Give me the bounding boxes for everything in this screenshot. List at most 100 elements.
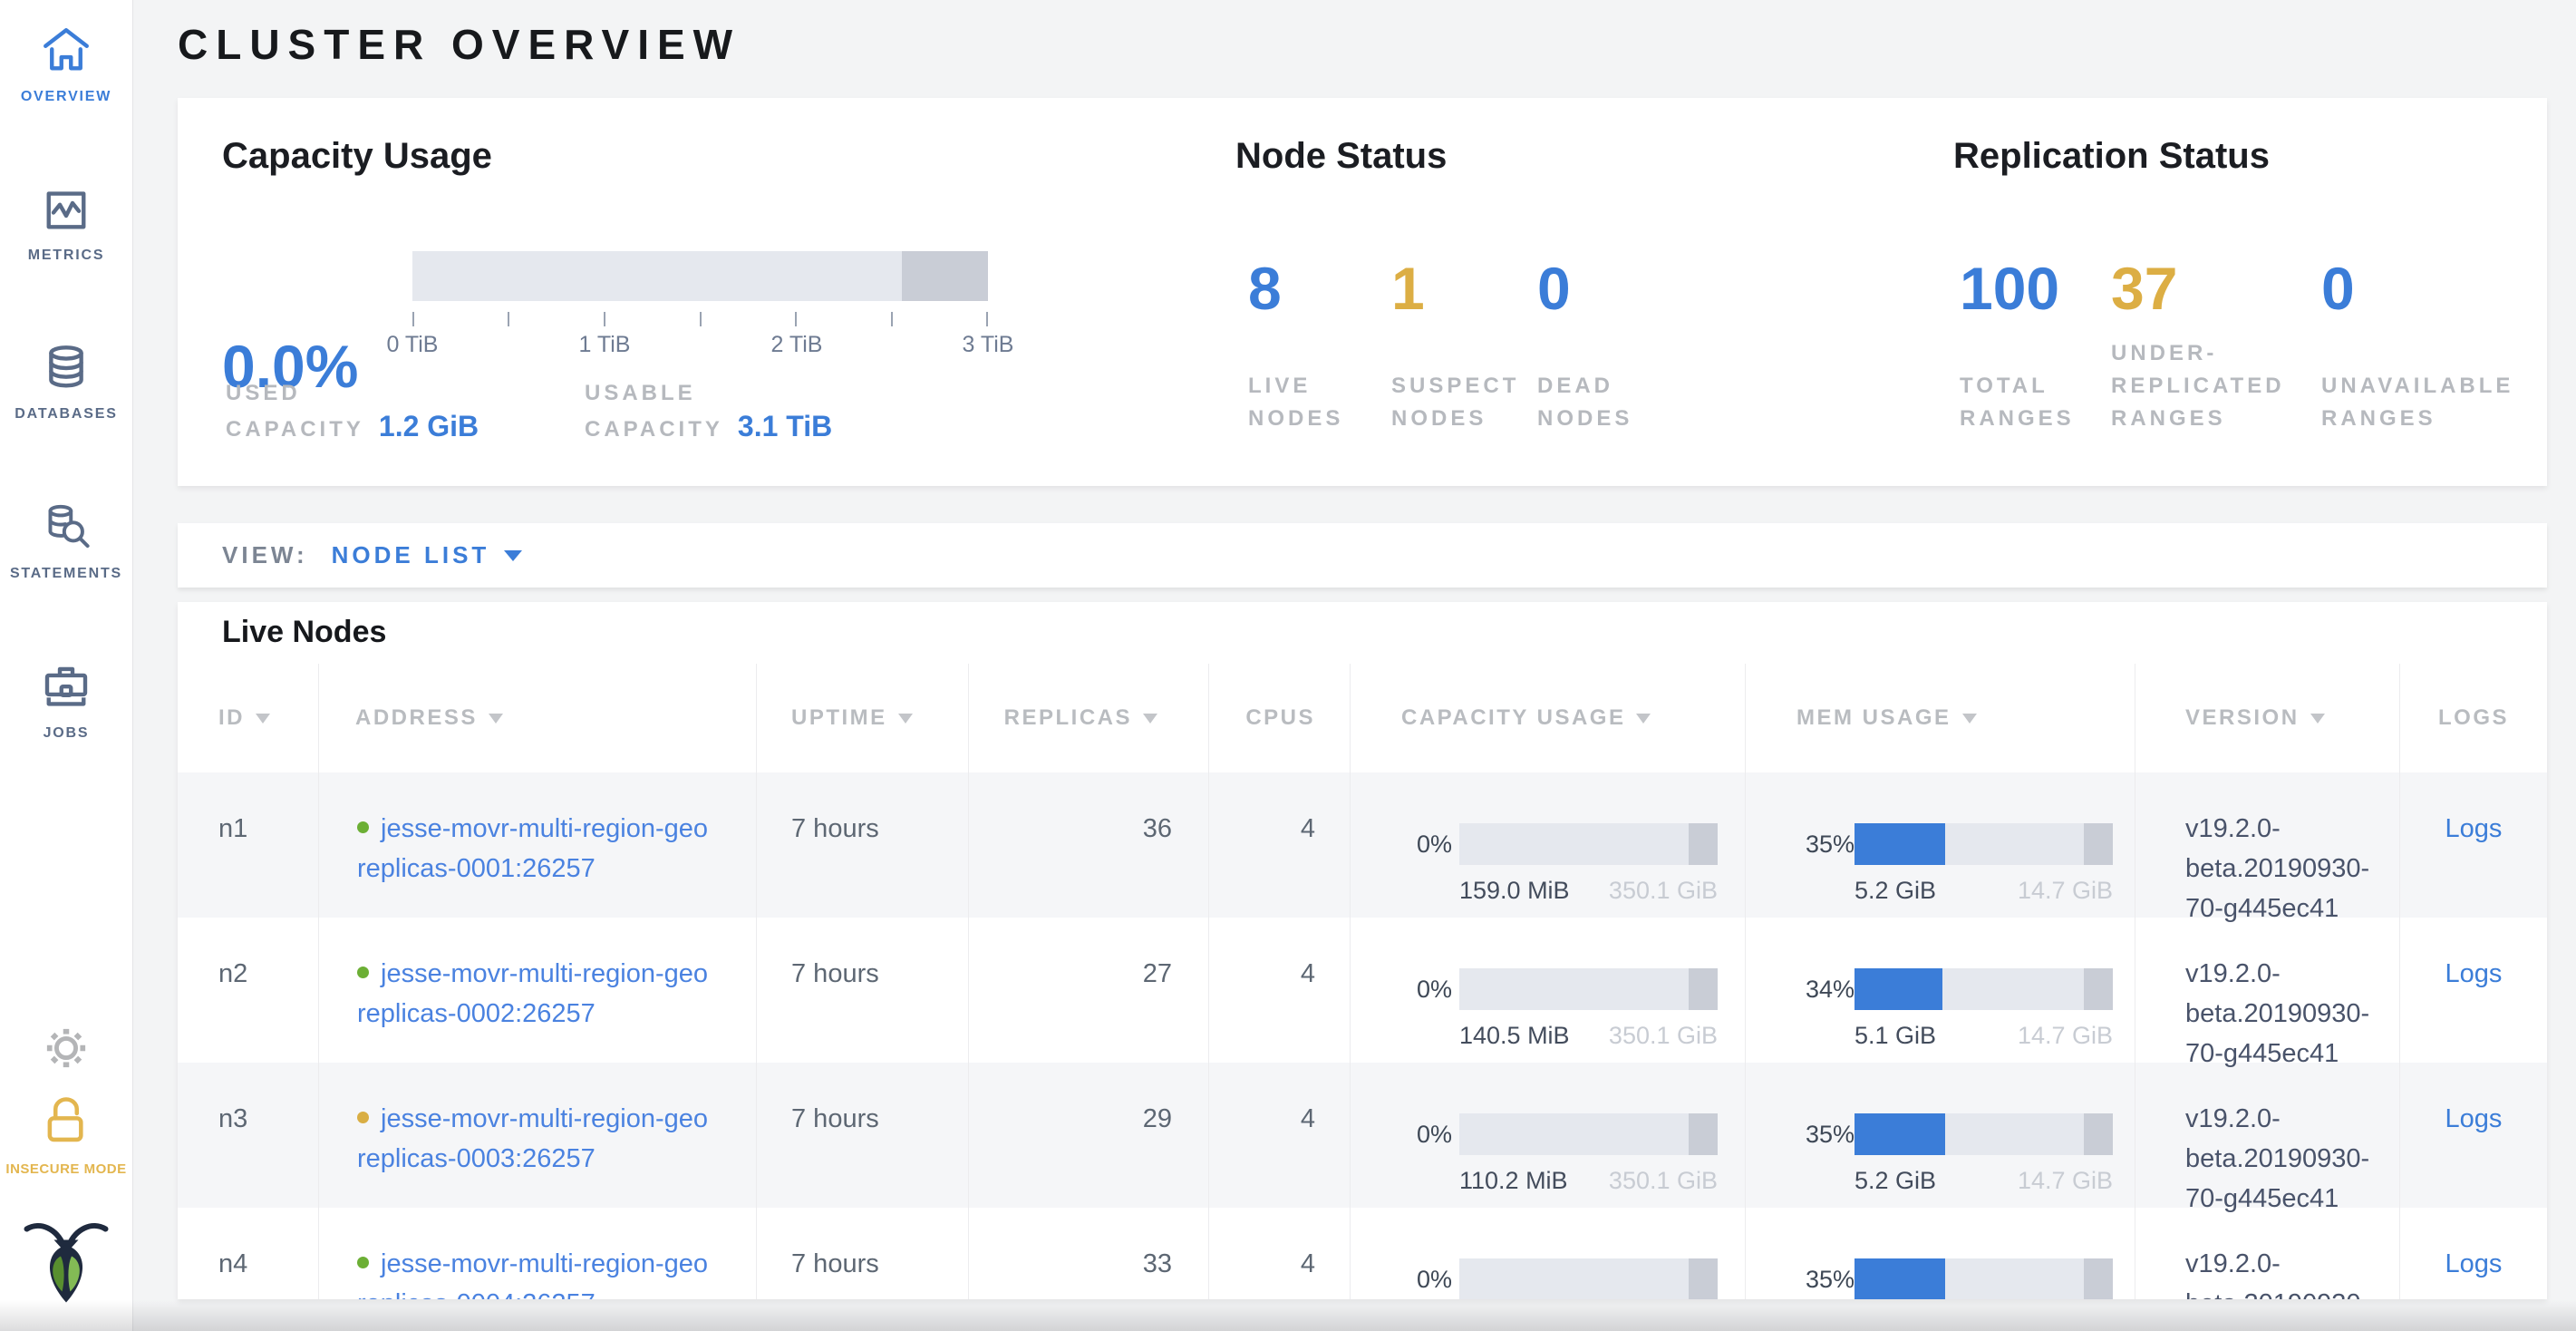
view-label: VIEW: (222, 541, 308, 569)
node-address-link[interactable]: jesse-movr-multi-region-geo (381, 959, 708, 988)
sort-caret-icon (2310, 714, 2325, 724)
logs-link[interactable]: Logs (2445, 1104, 2503, 1133)
sidebar-item-label: DATABASES (0, 406, 132, 423)
logs-link[interactable]: Logs (2445, 1249, 2503, 1278)
column-header-uptime[interactable]: UPTIME (756, 664, 968, 772)
column-header-id[interactable]: ID (178, 664, 318, 772)
node-logs: Logs (2399, 918, 2547, 1063)
sidebar-item-metrics[interactable]: METRICS (0, 184, 132, 264)
node-address-link[interactable]: replicas-0002:26257 (357, 999, 596, 1028)
node-address: jesse-movr-multi-region-geo replicas-000… (318, 1063, 756, 1208)
cluster-summary-card: Capacity Usage 0.0% 0 TiB 1 TiB 2 TiB 3 … (178, 98, 2547, 486)
node-replicas: 36 (968, 772, 1208, 918)
tick-label: 0 TiB (387, 332, 439, 358)
node-replicas: 27 (968, 918, 1208, 1063)
node-address: jesse-movr-multi-region-geo replicas-000… (318, 918, 756, 1063)
node-address-link[interactable]: replicas-0004:26257 (357, 1289, 596, 1299)
page-title: CLUSTER OVERVIEW (178, 20, 741, 69)
column-header-mem-usage[interactable]: MEM USAGE (1745, 664, 2135, 772)
sidebar-item-label: STATEMENTS (0, 566, 132, 582)
databases-icon (41, 343, 92, 393)
node-logs: Logs (2399, 1063, 2547, 1208)
node-mem-usage: 35% 5.2 GiB14.7 GiB (1745, 1063, 2135, 1208)
jobs-icon (41, 662, 92, 713)
node-capacity-usage: 0% 159.0 MiB350.1 GiB (1350, 772, 1745, 918)
sidebar: OVERVIEW METRICS DATABASES (0, 0, 133, 1331)
node-version: v19.2.0-beta.20190930-70-g445ec41 (2135, 772, 2399, 918)
node-uptime: 7 hours (756, 772, 968, 918)
capacity-bar (1459, 968, 1718, 1010)
node-id: n1 (178, 772, 318, 918)
mem-bar (1855, 1113, 2113, 1155)
unlocked-padlock-icon (40, 1136, 92, 1151)
column-header-replicas[interactable]: REPLICAS (968, 664, 1208, 772)
chevron-down-icon (504, 550, 522, 561)
under-replicated-ranges-metric: 37 UNDER- REPLICATED RANGES (2111, 254, 2321, 435)
node-uptime: 7 hours (756, 918, 968, 1063)
sort-caret-icon (489, 714, 503, 724)
mem-bar (1855, 823, 2113, 865)
node-replicas: 33 (968, 1208, 1208, 1299)
view-bar: VIEW: NODE LIST (178, 523, 2547, 588)
node-address-link[interactable]: replicas-0003:26257 (357, 1144, 596, 1173)
node-address: jesse-movr-multi-region-geo replicas-000… (318, 1208, 756, 1299)
tick-label: 3 TiB (963, 332, 1014, 358)
live-nodes-title: Live Nodes (222, 615, 386, 650)
capacity-bar (1459, 823, 1718, 865)
insecure-mode-indicator[interactable]: INSECURE MODE (0, 1095, 132, 1177)
view-dropdown[interactable]: NODE LIST (332, 541, 523, 569)
capacity-bar (1459, 1113, 1718, 1155)
node-logs: Logs (2399, 772, 2547, 918)
node-cpus: 4 (1208, 1208, 1350, 1299)
node-address-link[interactable]: jesse-movr-multi-region-geo (381, 1249, 708, 1278)
node-address-link[interactable]: replicas-0001:26257 (357, 854, 596, 883)
column-header-capacity-usage[interactable]: CAPACITY USAGE (1350, 664, 1745, 772)
node-uptime: 7 hours (756, 1208, 968, 1299)
sort-caret-icon (256, 714, 270, 724)
table-row: n3 jesse-movr-multi-region-geo replicas-… (178, 1063, 2547, 1208)
column-header-cpus: CPUS (1208, 664, 1350, 772)
node-capacity-usage: 0% 110.2 MiB350.1 GiB (1350, 1063, 1745, 1208)
sidebar-item-databases[interactable]: DATABASES (0, 343, 132, 423)
insecure-mode-label: INSECURE MODE (0, 1161, 132, 1177)
column-header-version[interactable]: VERSION (2135, 664, 2399, 772)
capacity-gauge-reserved (902, 251, 988, 301)
node-mem-usage: 35% 5.2 GiB14.7 GiB (1745, 772, 2135, 918)
used-capacity: USED CAPACITY1.2 GiB (226, 377, 479, 446)
sidebar-item-overview[interactable]: OVERVIEW (0, 25, 132, 105)
capacity-bar (1459, 1258, 1718, 1299)
node-id: n2 (178, 918, 318, 1063)
cockroachdb-logo (0, 1217, 132, 1308)
node-version: v19.2.0-beta.20190930-70-g445ec41 (2135, 1063, 2399, 1208)
metrics-icon (41, 184, 92, 235)
total-ranges-metric: 100 TOTAL RANGES (1960, 254, 2111, 435)
node-mem-usage: 34% 5.1 GiB14.7 GiB (1745, 918, 2135, 1063)
dead-nodes-metric: 0 DEAD NODES (1537, 254, 1691, 435)
sidebar-item-jobs[interactable]: JOBS (0, 662, 132, 742)
table-header-row: ID ADDRESS UPTIME REPLICAS CPUS CAPACITY… (178, 664, 2547, 772)
node-status-dot (357, 1112, 369, 1123)
node-version: v19.2.0-beta.20190930-70-g445ec41 (2135, 1208, 2399, 1299)
node-id: n4 (178, 1208, 318, 1299)
tick-label: 1 TiB (579, 332, 631, 358)
node-status-dot (357, 967, 369, 978)
settings-button[interactable] (0, 1025, 132, 1076)
node-cpus: 4 (1208, 1063, 1350, 1208)
capacity-gauge-ticks (412, 312, 988, 328)
table-row: n4 jesse-movr-multi-region-geo replicas-… (178, 1208, 2547, 1299)
logs-link[interactable]: Logs (2445, 959, 2503, 988)
statements-icon (41, 502, 92, 553)
logs-link[interactable]: Logs (2445, 814, 2503, 843)
mem-bar (1855, 1258, 2113, 1299)
sidebar-item-statements[interactable]: STATEMENTS (0, 502, 132, 582)
node-cpus: 4 (1208, 918, 1350, 1063)
home-icon (41, 25, 92, 76)
mem-bar (1855, 968, 2113, 1010)
node-address-link[interactable]: jesse-movr-multi-region-geo (381, 1104, 708, 1133)
usable-capacity-value: 3.1 TiB (738, 410, 832, 442)
node-address-link[interactable]: jesse-movr-multi-region-geo (381, 814, 708, 843)
node-status-dot (357, 1257, 369, 1268)
column-header-address[interactable]: ADDRESS (318, 664, 756, 772)
table-row: n2 jesse-movr-multi-region-geo replicas-… (178, 918, 2547, 1063)
suspect-nodes-metric: 1 SUSPECT NODES (1391, 254, 1537, 435)
